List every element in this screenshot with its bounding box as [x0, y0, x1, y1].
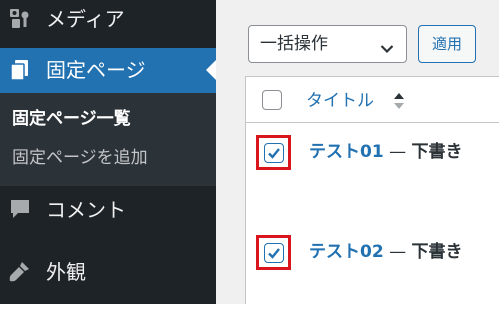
page-title-link[interactable]: テスト01	[309, 142, 384, 162]
pages-submenu: 固定ページ一覧 固定ページを追加	[0, 93, 216, 186]
row-title: テスト02 — 下書き	[309, 241, 462, 263]
admin-sidebar: メディア 固定ページ 固定ページ一覧 固定ページを追加 コメント 外観	[0, 0, 216, 304]
highlight-box	[256, 135, 291, 170]
table-row: テスト01 — 下書き	[246, 123, 499, 223]
sidebar-item-pages[interactable]: 固定ページ	[0, 48, 216, 93]
title-column-header[interactable]: タイトル	[306, 90, 374, 112]
bulk-action-value: 一括操作	[260, 34, 328, 54]
title-separator: —	[383, 142, 412, 162]
page-title-link[interactable]: テスト02	[309, 242, 384, 262]
sidebar-item-comments[interactable]: コメント	[0, 190, 216, 230]
sidebar-item-media[interactable]: メディア	[0, 0, 216, 40]
row-checkbox[interactable]	[264, 243, 284, 263]
post-state: 下書き	[411, 142, 463, 162]
sidebar-item-label: 固定ページ	[46, 58, 146, 82]
pages-icon	[8, 58, 32, 82]
row-checkbox[interactable]	[264, 143, 284, 163]
current-menu-arrow	[206, 60, 216, 80]
submenu-item-all-pages[interactable]: 固定ページ一覧	[12, 108, 131, 130]
sidebar-item-appearance[interactable]: 外観	[0, 256, 216, 296]
bulk-action-select[interactable]: 一括操作	[248, 25, 407, 63]
sidebar-item-label: コメント	[46, 198, 126, 222]
title-separator: —	[383, 242, 412, 262]
main-content: 一括操作 適用 タイトル テスト01 — 下書き テスト02 — 下書き	[216, 0, 499, 304]
media-icon	[8, 6, 32, 30]
pages-table: タイトル テスト01 — 下書き テスト02 — 下書き	[245, 76, 499, 304]
checkmark-icon	[268, 248, 280, 259]
post-state: 下書き	[411, 242, 463, 262]
appearance-icon	[8, 259, 32, 283]
chevron-down-icon	[380, 39, 394, 54]
submenu-item-add-page[interactable]: 固定ページを追加	[12, 147, 148, 169]
apply-button[interactable]: 適用	[418, 25, 476, 63]
sidebar-item-label: メディア	[46, 7, 125, 31]
table-row: テスト02 — 下書き	[246, 223, 499, 323]
row-title: テスト01 — 下書き	[309, 141, 462, 163]
sort-icon[interactable]	[393, 92, 405, 110]
comment-icon	[8, 197, 32, 221]
checkmark-icon	[268, 148, 280, 159]
table-header: タイトル	[246, 77, 499, 123]
highlight-box	[256, 235, 291, 270]
sidebar-item-label: 外観	[46, 260, 86, 284]
select-all-checkbox[interactable]	[262, 90, 282, 110]
